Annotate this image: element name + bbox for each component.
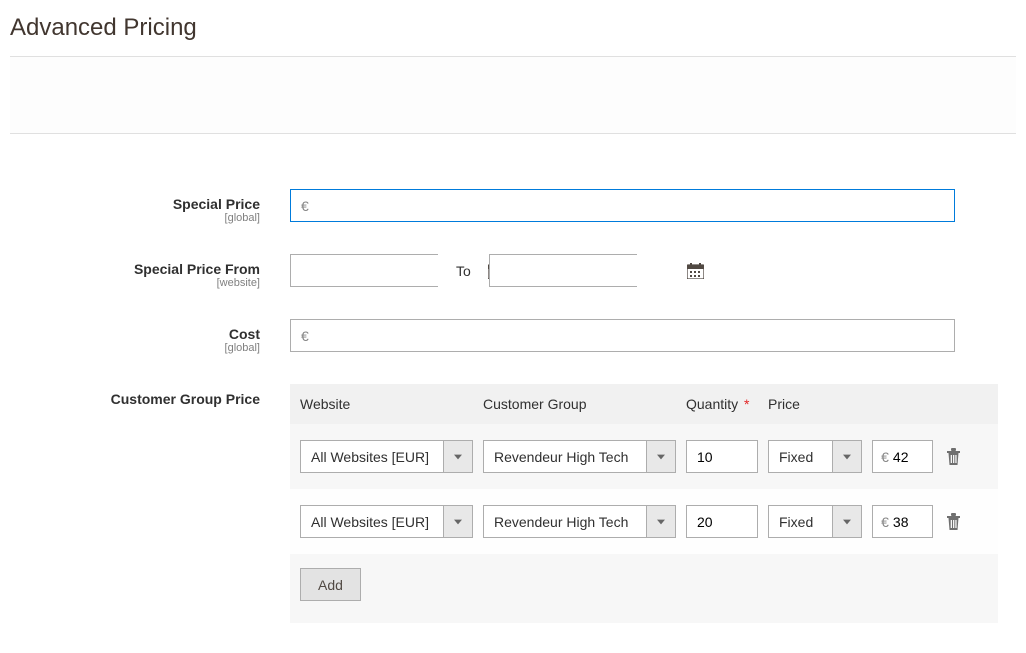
price-type-value: Fixed <box>768 440 832 473</box>
header-price: Price <box>768 396 933 412</box>
chevron-down-icon <box>832 440 862 473</box>
trash-icon <box>946 513 961 530</box>
customer-group-cell: Revendeur High Tech <box>483 505 686 538</box>
special-price-label: Special Price <box>173 196 260 212</box>
cost-input[interactable] <box>315 320 954 351</box>
customer-group-select[interactable]: Revendeur High Tech <box>483 440 676 473</box>
price-cell: Fixed € <box>768 440 933 473</box>
price-input[interactable] <box>893 449 932 465</box>
currency-symbol: € <box>877 449 893 465</box>
special-price-content: € <box>290 189 1016 222</box>
cost-input-wrap[interactable]: € <box>290 319 955 352</box>
customer-group-select-value: Revendeur High Tech <box>483 440 646 473</box>
cost-scope: [global] <box>10 342 260 354</box>
add-button[interactable]: Add <box>300 568 361 601</box>
header-action <box>933 396 973 412</box>
cost-label: Cost <box>229 326 260 342</box>
website-cell: All Websites [EUR] <box>300 440 483 473</box>
price-type-select[interactable]: Fixed <box>768 440 862 473</box>
special-price-row: Special Price [global] € <box>10 189 1016 224</box>
delete-row-button[interactable] <box>933 448 973 465</box>
header-customer-group: Customer Group <box>483 396 686 412</box>
website-select-value: All Websites [EUR] <box>300 505 443 538</box>
chevron-down-icon <box>832 505 862 538</box>
group-price-header: Website Customer Group Quantity * Price <box>290 384 998 424</box>
cost-row: Cost [global] € <box>10 319 1016 354</box>
website-select[interactable]: All Websites [EUR] <box>300 440 473 473</box>
date-to-wrap[interactable] <box>489 254 637 287</box>
quantity-cell <box>686 505 768 538</box>
quantity-input[interactable] <box>686 505 758 538</box>
price-type-value: Fixed <box>768 505 832 538</box>
customer-group-price-content: Website Customer Group Quantity * Price … <box>290 384 1016 623</box>
special-price-input-wrap[interactable]: € <box>290 189 955 222</box>
header-quantity: Quantity * <box>686 396 768 412</box>
trash-icon <box>946 448 961 465</box>
cost-label-cell: Cost [global] <box>10 319 290 354</box>
quantity-cell <box>686 440 768 473</box>
website-select[interactable]: All Websites [EUR] <box>300 505 473 538</box>
date-from-wrap[interactable] <box>290 254 438 287</box>
to-label: To <box>456 263 471 279</box>
quantity-input[interactable] <box>686 440 758 473</box>
website-select-value: All Websites [EUR] <box>300 440 443 473</box>
currency-symbol: € <box>295 328 315 344</box>
special-price-from-label-cell: Special Price From [website] <box>10 254 290 289</box>
cost-content: € <box>290 319 1016 352</box>
chevron-down-icon <box>443 440 473 473</box>
date-to-input[interactable] <box>490 255 687 286</box>
page-title: Advanced Pricing <box>0 0 1026 56</box>
customer-group-cell: Revendeur High Tech <box>483 440 686 473</box>
customer-group-select[interactable]: Revendeur High Tech <box>483 505 676 538</box>
currency-symbol: € <box>295 198 315 214</box>
group-price-footer: Add <box>290 554 998 623</box>
header-quantity-text: Quantity <box>686 396 738 412</box>
price-type-select[interactable]: Fixed <box>768 505 862 538</box>
customer-group-select-value: Revendeur High Tech <box>483 505 646 538</box>
special-price-from-scope: [website] <box>10 277 260 289</box>
calendar-icon[interactable] <box>687 255 704 286</box>
required-mark: * <box>744 396 749 412</box>
special-price-from-row: Special Price From [website] <box>10 254 1016 289</box>
chevron-down-icon <box>646 505 676 538</box>
price-cell: Fixed € <box>768 505 933 538</box>
header-website: Website <box>300 396 483 412</box>
chevron-down-icon <box>443 505 473 538</box>
group-price-table: Website Customer Group Quantity * Price … <box>290 384 998 623</box>
customer-group-price-row: Customer Group Price Website Customer Gr… <box>10 384 1016 623</box>
date-range: To <box>290 254 1016 287</box>
form-container: Special Price [global] € Special Price F… <box>0 189 1026 623</box>
price-input-wrap[interactable]: € <box>872 505 933 538</box>
customer-group-price-label-cell: Customer Group Price <box>10 384 290 407</box>
group-price-row: All Websites [EUR] Revendeur High Tech Fix… <box>290 489 998 554</box>
group-price-row: All Websites [EUR] Revendeur High Tech Fix… <box>290 424 998 489</box>
special-price-label-cell: Special Price [global] <box>10 189 290 224</box>
special-price-scope: [global] <box>10 212 260 224</box>
delete-row-button[interactable] <box>933 513 973 530</box>
empty-panel <box>10 56 1016 134</box>
website-cell: All Websites [EUR] <box>300 505 483 538</box>
price-input[interactable] <box>893 514 932 530</box>
special-price-from-content: To <box>290 254 1016 287</box>
customer-group-price-label: Customer Group Price <box>111 391 260 407</box>
special-price-from-label: Special Price From <box>134 261 260 277</box>
special-price-input[interactable] <box>315 190 954 221</box>
price-input-wrap[interactable]: € <box>872 440 933 473</box>
currency-symbol: € <box>877 514 893 530</box>
chevron-down-icon <box>646 440 676 473</box>
